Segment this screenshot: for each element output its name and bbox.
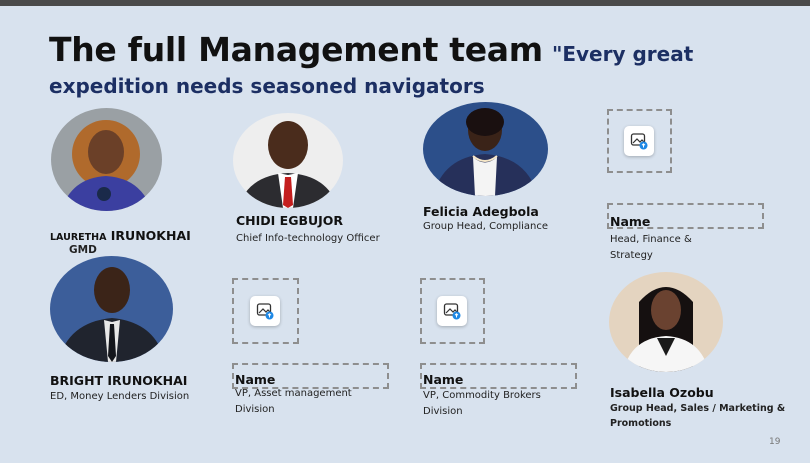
member-role-bright: ED, Money Lenders Division (50, 391, 190, 402)
image-upload-icon[interactable] (437, 296, 467, 326)
photo-isabella (609, 272, 723, 372)
member-name-chidi: CHIDI EGBUJOR (236, 213, 344, 228)
image-placeholder-finance[interactable] (607, 109, 672, 173)
member-role-commodity-1: VP, Commodity Brokers (423, 390, 541, 401)
photo-chidi (233, 113, 343, 208)
member-role-felicia: Group Head, Compliance (423, 221, 548, 232)
member-role-finance-1: Head, Finance & (610, 234, 692, 245)
member-name-commodity: Name (423, 372, 464, 387)
member-name-isabella: Isabella Ozobu (610, 385, 714, 400)
image-placeholder-asset[interactable] (232, 278, 299, 344)
member-role-asset-2: Division (235, 404, 275, 415)
photo-bright (50, 256, 173, 362)
name-rest-lauretha: IRUNOKHAI (110, 228, 191, 243)
title-quote-start: "Every great (551, 42, 694, 66)
top-bar (0, 0, 810, 6)
page-number: 19 (769, 437, 781, 447)
member-name-bright: BRIGHT IRUNOKHAI (50, 373, 188, 388)
title-main: The full Management team (49, 30, 543, 69)
member-name-finance: Name (610, 214, 651, 229)
image-placeholder-commodity[interactable] (420, 278, 485, 344)
member-name-felicia: Felicia Adegbola (423, 204, 539, 219)
member-role-asset-1: VP, Asset management (235, 388, 352, 399)
member-name-asset: Name (235, 372, 276, 387)
image-upload-icon[interactable] (250, 296, 280, 326)
photo-lauretha (51, 108, 162, 211)
member-name-lauretha: LAURETHA IRUNOKHAI (50, 228, 191, 243)
member-role-lauretha: GMD (69, 244, 97, 256)
member-role-isabella-2: Promotions (610, 418, 672, 429)
image-upload-icon[interactable] (624, 126, 654, 156)
member-role-chidi: Chief Info-technology Officer (236, 233, 380, 244)
member-role-commodity-2: Division (423, 406, 463, 417)
member-role-isabella-1: Group Head, Sales / Marketing & (610, 403, 786, 414)
member-role-finance-2: Strategy (610, 250, 653, 261)
photo-felicia (423, 102, 548, 196)
title-quote-end: expedition needs seasoned navigators (49, 74, 485, 98)
slide-title: The full Management team "Every great (49, 30, 693, 69)
